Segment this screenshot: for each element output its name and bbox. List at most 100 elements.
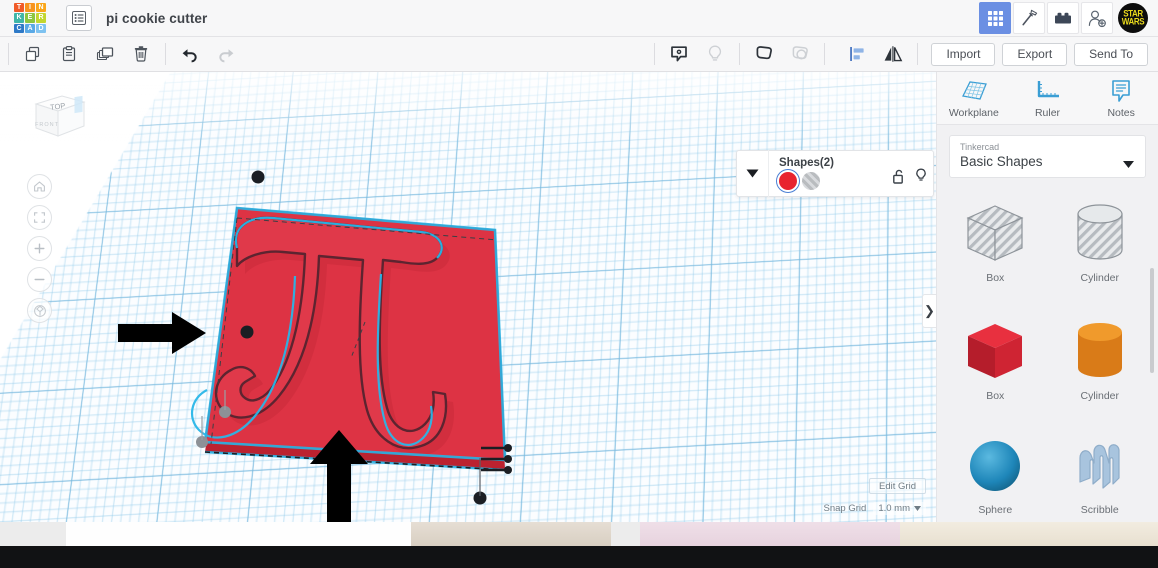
annotation-arrow-right [118,312,206,359]
star-wars-avatar[interactable]: STAR WARS [1118,3,1148,33]
chevron-down-icon[interactable] [1123,155,1134,173]
grid-apps-icon[interactable] [979,2,1011,34]
tinkercad-logo[interactable]: TIN KER CAD [14,3,46,33]
shapes-selection-panel[interactable]: Shapes(2) [736,150,934,197]
view-cube[interactable]: TOP FRONT [28,92,88,150]
taskbar-window-b[interactable] [411,522,611,546]
export-button[interactable]: Export [1002,42,1068,66]
workplane-tool-label: Workplane [948,107,999,119]
ruler-tool-label: Ruler [1034,107,1061,119]
toolbar-right-group: Import Export Send To [648,39,1158,69]
hammer-tools-icon[interactable] [1013,2,1045,34]
lightbulb-icon[interactable] [915,168,927,189]
logo-tile-n: N [36,3,46,13]
snap-grid-value[interactable]: 1.0 mm [873,502,926,515]
library-source-label: Tinkercad [960,142,1000,152]
group-shape-icon[interactable] [749,39,779,69]
snap-grid-label: Snap Grid [823,503,867,514]
paste-icon[interactable] [54,39,84,69]
taskbar-window-d[interactable] [900,522,1158,546]
logo-tile-k: K [14,13,24,23]
logo-tile-t: T [14,3,24,13]
duplicate-icon[interactable] [90,39,120,69]
delete-trash-icon[interactable] [126,39,156,69]
annotation-arrow-up [310,430,368,522]
edit-grid-button[interactable]: Edit Grid [869,478,926,494]
taskbar-window-c[interactable] [640,522,900,546]
clipboard-group [15,37,159,72]
import-button[interactable]: Import [931,42,996,66]
workplane-tool[interactable]: Workplane [937,78,1011,119]
logo-tile-r: R [36,13,46,23]
redo-icon [211,39,241,69]
zoom-out-icon[interactable] [27,267,52,292]
shape-box-hole[interactable]: Box [943,190,1048,302]
shape-box-hole-label: Box [986,272,1005,284]
hole-bulb-icon [700,39,730,69]
fit-to-view-icon[interactable] [27,205,52,230]
shape-box-solid-label: Box [986,390,1005,402]
top-bar: TIN KER CAD pi cookie cutter STAR WARS [0,0,1158,37]
3d-viewport[interactable]: TOP FRONT Shapes(2) ❯ Edit Grid Snap Gri… [0,72,936,522]
send-to-button[interactable]: Send To [1074,42,1148,66]
shape-box-solid[interactable]: Box [943,308,1048,420]
mirror-flip-icon[interactable] [878,39,908,69]
logo-tile-a: A [25,23,35,33]
unlock-icon[interactable] [893,169,905,189]
panel-tools-row: Workplane Ruler Notes [937,72,1158,125]
shape-cylinder-hole-label: Cylinder [1080,272,1119,284]
screen-bottom-band [0,546,1158,568]
logo-tile-c: C [14,23,24,33]
shape-library-dropdown[interactable]: Tinkercad Basic Shapes [949,135,1146,178]
document-list-icon[interactable] [66,5,92,31]
align-mirror-group [839,39,911,69]
logo-tile-e: E [25,13,35,23]
shape-cylinder-hole[interactable]: Cylinder [1048,190,1153,302]
logo-tile-d: D [36,23,46,33]
notes-tool-label: Notes [1107,107,1135,119]
snap-grid-value-text: 1.0 mm [878,503,910,514]
group-solid-icon[interactable] [664,39,694,69]
handle-corner-top-left [251,170,265,184]
shape-cylinder-solid[interactable]: Cylinder [1048,308,1153,420]
notes-bubble-icon [1112,80,1130,102]
os-taskbar [0,522,1158,546]
svg-text:TOP: TOP [50,101,66,112]
taskbar-window-a[interactable] [66,522,411,546]
chevron-down-icon [914,506,921,511]
notes-tool[interactable]: Notes [1084,78,1158,119]
top-bar-actions: STAR WARS [978,0,1158,37]
add-person-icon[interactable] [1081,2,1113,34]
ruler-tool[interactable]: Ruler [1011,78,1085,119]
shapes-panel-icons [893,168,927,189]
tinkercad-window: TIN KER CAD pi cookie cutter STAR WARS Imp… [0,0,1158,568]
document-title[interactable]: pi cookie cutter [106,11,207,26]
svg-text:FRONT: FRONT [35,122,59,128]
shape-swatch-hole-hatched[interactable] [802,172,820,190]
logo-tile-i: I [25,3,35,13]
ungroup-shape-icon [785,39,815,69]
lego-brick-icon[interactable] [1047,2,1079,34]
shape-swatch-solid-red[interactable] [779,172,797,190]
shape-thumbnail-grid: Box Cylinder Box Cylinder Sphere Scribbl… [937,190,1158,538]
align-icon[interactable] [842,39,872,69]
panel-collapse-chevron-icon[interactable]: ❯ [922,294,936,328]
ortho-perspective-icon[interactable] [27,298,52,323]
shapes-panel-body: Shapes(2) [769,153,933,194]
edit-toolbar: Import Export Send To [0,37,1158,72]
avatar-line-2: WARS [1121,16,1145,27]
workplane-grid-icon [961,81,987,100]
shape-cylinder-solid-label: Cylinder [1080,390,1119,402]
shape-scribble-label: Scribble [1080,504,1119,516]
copy-icon[interactable] [18,39,48,69]
ruler-icon [1037,81,1059,98]
zoom-in-icon[interactable] [27,236,52,261]
chevron-down-icon[interactable] [737,150,769,197]
shapes-library-panel: Workplane Ruler Notes Tinkercad Basic Sh… [936,72,1158,522]
snap-grid-control: Snap Grid 1.0 mm [824,502,926,515]
home-view-icon[interactable] [27,174,52,199]
library-selected-value: Basic Shapes [960,154,1043,169]
history-group [172,37,244,72]
undo-icon[interactable] [175,39,205,69]
panel-scrollbar[interactable] [1150,268,1154,373]
